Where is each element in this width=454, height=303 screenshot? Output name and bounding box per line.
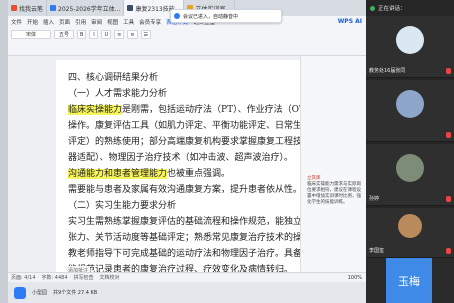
avatar xyxy=(396,154,424,182)
doc-line: 沟通能力和患者管理能力也被重点强调。 xyxy=(68,169,231,179)
comment-panel: 立其库 临床实操能力需求与实际岗位要求相符，建议在课程设置中增加实训课时比例，强… xyxy=(300,56,366,272)
meeting-toast: 会议已进入，自动静音中 xyxy=(170,9,282,23)
toast-text: 会议已进入，自动静音中 xyxy=(183,13,239,20)
toolbar: 宋体 五号 B I U ≡ ≡ ☰ xyxy=(8,28,366,41)
tab-label: 找我云笔 xyxy=(19,5,44,13)
mic-muted-icon xyxy=(446,132,451,138)
menu-ref[interactable]: 引用 xyxy=(75,18,86,26)
doc-line: 四、核心调研结果分析 xyxy=(68,73,159,83)
font-select[interactable]: 宋体 xyxy=(11,30,51,39)
participant-name: 孙婷 xyxy=(369,196,380,202)
tab-2[interactable]: 2025-2026学年立体... xyxy=(47,0,125,16)
mic-muted-icon xyxy=(446,248,451,254)
underline-button[interactable]: U xyxy=(101,30,112,39)
participant-tile[interactable] xyxy=(366,80,454,142)
wps-ai-button[interactable]: WPS AI xyxy=(338,18,362,25)
doc-line: （二）实习生能力要求分析 xyxy=(68,201,177,211)
participant-tile[interactable]: 孙婷 xyxy=(366,144,454,206)
screen: 找我云笔 2025-2026学年立体... 康复2313技能... 立体实训室.… xyxy=(0,0,454,303)
highlighted-text: 沟通能力和患者管理能力 xyxy=(68,169,168,179)
word-count: 字数: 4484 xyxy=(41,275,68,281)
meeting-header: 正在讲话： xyxy=(366,0,454,16)
avatar xyxy=(396,26,424,54)
size-select[interactable]: 五号 xyxy=(54,30,74,39)
list-icon[interactable]: ☰ xyxy=(140,30,151,39)
doc-line: 临床实操能力是刚需，包括运动疗法（PT）、作业疗法（OT）、 xyxy=(68,105,319,115)
doc-line: 器适配）、物理因子治疗技术（如冲击波、超声波治疗）。 xyxy=(68,153,294,163)
comment-text: 临床实操能力需求与实际岗位要求相符，建议在课程设置中增加实训课时比例，强化学生的… xyxy=(307,182,361,206)
menu-home[interactable]: 开始 xyxy=(27,18,38,26)
taskbar: 小型园 共9个文件 27.4 KB xyxy=(8,282,366,303)
doc-line: （一）人才需求能力分析 xyxy=(68,89,168,99)
tab-1[interactable]: 找我云笔 xyxy=(8,0,48,16)
app-icon xyxy=(11,5,17,11)
left-edge xyxy=(0,0,8,303)
menu-member[interactable]: 会员专享 xyxy=(139,18,161,26)
participant-tile[interactable]: 教务处16届张同 xyxy=(366,16,454,78)
mic-muted-icon xyxy=(446,68,451,74)
app-icon[interactable] xyxy=(14,286,26,299)
app-icon xyxy=(127,5,134,11)
avatar xyxy=(396,90,424,118)
participant-name: 教务处16届张同 xyxy=(369,68,406,74)
avatar xyxy=(398,214,422,238)
taskbar-item: 共9个文件 27.4 KB xyxy=(53,290,98,296)
highlighted-text: 临床实操能力 xyxy=(68,105,123,115)
zoom-level[interactable]: 100% xyxy=(348,275,366,281)
speaking-label: 正在讲话： xyxy=(378,6,406,12)
doc-proof[interactable]: 文档校对 xyxy=(100,274,120,281)
participant-name: 李国玺 xyxy=(369,248,385,254)
comment-card[interactable]: 立其库 临床实操能力需求与实际岗位要求相符，建议在课程设置中增加实训课时比例，强… xyxy=(307,176,365,206)
bold-button[interactable]: B xyxy=(77,30,87,39)
meeting-panel: 正在讲话： 教务处16届张同 孙婷 李国玺 玉梅 xyxy=(366,0,454,303)
doc-line: 评定）的熟练使用；部分高端康复机构要求掌握康复工程技术（如假 xyxy=(68,137,339,147)
app-icon xyxy=(50,5,57,11)
menu-page[interactable]: 页面 xyxy=(59,18,70,26)
align-left-icon[interactable]: ≡ xyxy=(114,30,125,39)
speaker-avatar: 玉梅 xyxy=(386,258,432,303)
doc-line: 需要能与患者及家属有效沟通康复方案，提升患者依从性。 xyxy=(68,185,303,195)
active-speaker-tile[interactable]: 玉梅 xyxy=(366,258,454,303)
menu-insert[interactable]: 插入 xyxy=(43,18,54,26)
signal-icon xyxy=(370,5,375,11)
spell-check[interactable]: 拼写检查 xyxy=(74,274,94,281)
document-page[interactable]: 四、核心调研结果分析 （一）人才需求能力分析临床实操能力是刚需，包括运动疗法（PT… xyxy=(56,60,365,275)
menu-review[interactable]: 审阅 xyxy=(91,18,102,26)
menu-tools[interactable]: 工具 xyxy=(123,18,134,26)
page-count: 页面: 4/14 xyxy=(11,275,36,281)
mic-muted-icon xyxy=(446,196,451,202)
doc-line: 操作。康复评估工具（如肌力评定、平衡功能评定、日常生活活动 xyxy=(68,121,330,131)
menu-view[interactable]: 视图 xyxy=(107,18,118,26)
align-center-icon[interactable]: ≡ xyxy=(127,30,138,39)
menu-file[interactable]: 文件 xyxy=(11,18,22,26)
status-bar: 页面: 4/14 字数: 4484 拼写检查 文档校对 100% xyxy=(8,272,366,282)
taskbar-item[interactable]: 小型园 xyxy=(32,289,47,296)
italic-button[interactable]: I xyxy=(89,30,99,39)
info-icon xyxy=(174,13,180,19)
participant-tile[interactable]: 李国玺 xyxy=(366,208,454,258)
tab-label: 2025-2026学年立体... xyxy=(58,5,121,13)
